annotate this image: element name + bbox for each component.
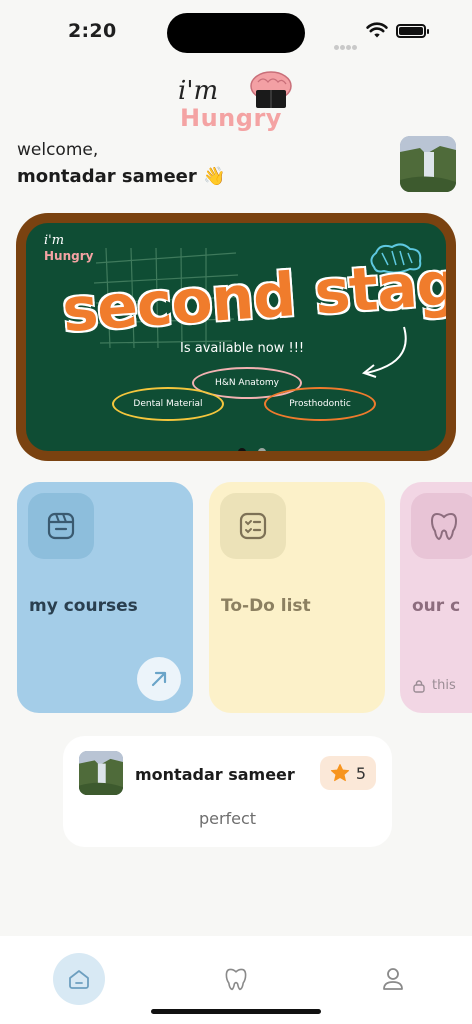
- review-card[interactable]: montadar sameer 5 perfect: [63, 736, 392, 847]
- subject-bubble: Prosthodontic: [264, 387, 376, 421]
- card-my-courses[interactable]: my courses: [17, 482, 193, 713]
- locked-note: this: [412, 678, 456, 693]
- rating-badge: 5: [320, 756, 376, 790]
- tooth-icon: [411, 493, 472, 559]
- card-label: our c: [412, 596, 461, 616]
- reviewer-name: montadar sameer: [135, 765, 295, 784]
- locked-text: this: [432, 678, 456, 693]
- star-icon: [330, 764, 350, 782]
- card-our-courses[interactable]: our c this: [400, 482, 472, 713]
- banner-logo-hungry: Hungry: [44, 249, 94, 263]
- waterfall-image: [400, 136, 456, 192]
- brain-reading-icon: [250, 71, 292, 108]
- promo-banner[interactable]: i'm Hungry second stage Is available now…: [16, 213, 456, 461]
- tab-courses[interactable]: [210, 953, 262, 1005]
- battery-icon: [396, 24, 426, 38]
- welcome-text: welcome,: [17, 140, 99, 160]
- review-comment: perfect: [198, 809, 257, 828]
- app-logo: i'm Hungry: [178, 70, 296, 136]
- lock-icon: [413, 679, 425, 693]
- page-indicator[interactable]: [238, 441, 278, 451]
- chalkboard: i'm Hungry second stage Is available now…: [26, 223, 446, 451]
- reviewer-avatar: [79, 751, 123, 795]
- banner-subtitle: Is available now !!!: [180, 341, 305, 356]
- status-time: 2:20: [68, 20, 117, 42]
- archive-icon: [28, 493, 94, 559]
- wifi-icon: [366, 22, 388, 43]
- profile-avatar[interactable]: [400, 136, 456, 192]
- page-dot-active[interactable]: [238, 448, 246, 451]
- tooth-icon: [225, 968, 247, 991]
- rating-value: 5: [355, 763, 367, 783]
- user-icon: [383, 968, 403, 990]
- waterfall-image: [79, 751, 123, 795]
- arrow-doodle: [361, 326, 407, 378]
- checklist-icon: [220, 493, 286, 559]
- logo-text-im: i'm: [178, 76, 219, 106]
- card-todo-list[interactable]: To-Do list: [209, 482, 385, 713]
- home-indicator: [151, 1009, 321, 1014]
- page-dot[interactable]: [258, 448, 266, 451]
- tab-home[interactable]: [53, 953, 105, 1005]
- open-arrow-button[interactable]: [137, 657, 181, 701]
- dynamic-island: [167, 13, 305, 53]
- arrow-up-right-icon: [151, 671, 167, 687]
- user-name: montadar sameer 👋: [17, 166, 226, 187]
- card-label: my courses: [29, 596, 138, 616]
- tab-profile[interactable]: [367, 953, 419, 1005]
- card-label: To-Do list: [221, 596, 311, 616]
- subject-bubble: Dental Material: [112, 387, 224, 421]
- banner-logo-im: i'm: [44, 233, 65, 248]
- cellular-signal-icon: [334, 35, 358, 54]
- battery-cap: [427, 29, 429, 34]
- home-icon: [69, 970, 89, 989]
